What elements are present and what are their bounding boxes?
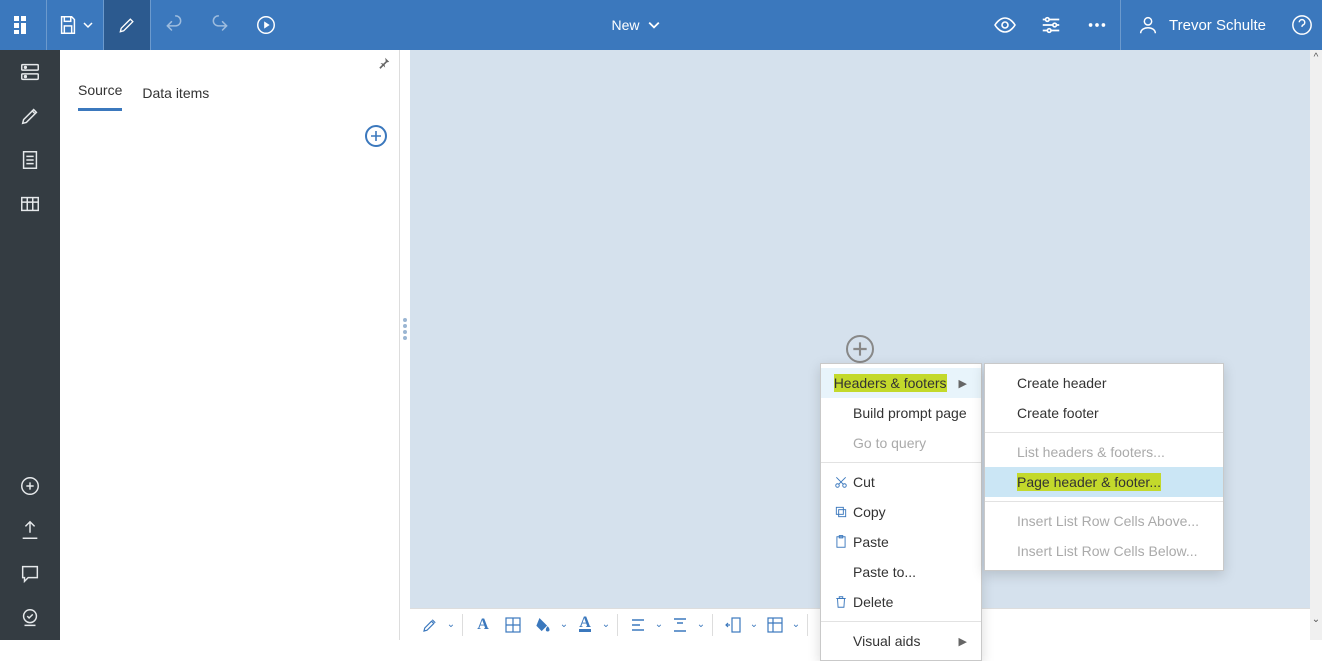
text-color-icon[interactable]: A — [571, 611, 599, 639]
eyedropper-icon[interactable] — [416, 611, 444, 639]
chevron-down-icon[interactable]: ⌄ — [559, 619, 569, 630]
document-title: New — [612, 17, 640, 33]
menu-label: Copy — [853, 504, 967, 520]
menu-go-to-query: Go to query — [821, 428, 981, 458]
font-icon[interactable]: A — [469, 611, 497, 639]
toolbox-icon[interactable] — [0, 94, 60, 138]
upload-icon[interactable] — [0, 508, 60, 552]
context-menu: Headers & footers ▶ Build prompt page Go… — [820, 363, 982, 661]
user-menu[interactable]: Trevor Schulte — [1121, 14, 1282, 36]
topbar-right: Trevor Schulte — [982, 0, 1322, 50]
menu-label: Headers & footers — [834, 374, 947, 392]
menu-separator — [985, 501, 1223, 502]
menu-separator — [821, 462, 981, 463]
copy-icon — [829, 505, 853, 519]
table-insert-icon[interactable] — [761, 611, 789, 639]
menu-separator — [821, 621, 981, 622]
valign-icon[interactable] — [666, 611, 694, 639]
chevron-down-icon[interactable]: ⌄ — [749, 619, 759, 630]
menu-paste[interactable]: Paste — [821, 527, 981, 557]
insert-left-icon[interactable] — [719, 611, 747, 639]
menu-label: Insert List Row Cells Below... — [1017, 543, 1209, 559]
menu-paste-to[interactable]: Paste to... — [821, 557, 981, 587]
menu-build-prompt-page[interactable]: Build prompt page — [821, 398, 981, 428]
fill-color-icon[interactable] — [529, 611, 557, 639]
submenu-create-footer[interactable]: Create footer — [985, 398, 1223, 428]
align-icon[interactable] — [624, 611, 652, 639]
user-name: Trevor Schulte — [1169, 17, 1266, 34]
submenu-insert-below: Insert List Row Cells Below... — [985, 536, 1223, 566]
vertical-scrollbar[interactable]: ^ ⌄ — [1310, 50, 1322, 626]
submenu-arrow-icon: ▶ — [959, 377, 967, 390]
menu-copy[interactable]: Copy — [821, 497, 981, 527]
chevron-down-icon[interactable]: ⌄ — [654, 619, 664, 630]
pages-icon[interactable] — [0, 138, 60, 182]
tab-source[interactable]: Source — [78, 82, 122, 111]
pin-icon[interactable] — [377, 56, 391, 68]
preview-icon[interactable] — [982, 0, 1028, 50]
scroll-down-icon[interactable]: ⌄ — [1310, 612, 1322, 626]
border-icon[interactable] — [499, 611, 527, 639]
chevron-down-icon[interactable]: ⌄ — [791, 619, 801, 630]
save-button[interactable] — [47, 0, 103, 50]
panel-splitter[interactable] — [400, 50, 410, 608]
menu-label: Cut — [853, 474, 967, 490]
top-toolbar: New Trevor Schulte — [0, 0, 1322, 50]
redo-button[interactable] — [197, 0, 243, 50]
undo-button[interactable] — [151, 0, 197, 50]
chevron-down-icon[interactable]: ⌄ — [601, 619, 611, 630]
scroll-corner — [1310, 626, 1322, 640]
menu-label: Page header & footer... — [1017, 473, 1161, 491]
left-rail — [0, 50, 60, 640]
run-button[interactable] — [243, 0, 289, 50]
help-button[interactable] — [1282, 14, 1322, 36]
validate-icon[interactable] — [0, 596, 60, 640]
chevron-down-icon[interactable]: ⌄ — [696, 619, 706, 630]
submenu-page-header-footer[interactable]: Page header & footer... — [985, 467, 1223, 497]
chevron-down-icon[interactable]: ⌄ — [446, 619, 456, 630]
menu-visual-aids[interactable]: Visual aids ▶ — [821, 626, 981, 656]
data-icon[interactable] — [0, 50, 60, 94]
menu-label: Go to query — [853, 435, 967, 451]
cut-icon — [829, 475, 853, 489]
menu-label: List headers & footers... — [1017, 444, 1209, 460]
tab-data-items[interactable]: Data items — [142, 85, 209, 111]
submenu-insert-above: Insert List Row Cells Above... — [985, 506, 1223, 536]
comment-icon[interactable] — [0, 552, 60, 596]
menu-label: Paste — [853, 534, 967, 550]
delete-icon — [829, 595, 853, 609]
document-title-dropdown[interactable]: New — [289, 17, 982, 33]
more-icon[interactable] — [1074, 0, 1120, 50]
left-panel: Source Data items — [60, 50, 400, 640]
canvas-add-button[interactable] — [846, 335, 874, 363]
product-switcher-icon[interactable] — [0, 0, 46, 50]
paste-icon — [829, 535, 853, 549]
submenu-headers-footers: Create header Create footer List headers… — [984, 363, 1224, 571]
edit-mode-button[interactable] — [104, 0, 150, 50]
submenu-list-headers-footers: List headers & footers... — [985, 437, 1223, 467]
menu-delete[interactable]: Delete — [821, 587, 981, 617]
menu-label: Delete — [853, 594, 967, 610]
menu-label: Create header — [1017, 375, 1209, 391]
menu-separator — [985, 432, 1223, 433]
menu-label: Visual aids — [853, 633, 947, 649]
add-source-button[interactable] — [365, 125, 387, 147]
settings-icon[interactable] — [1028, 0, 1074, 50]
menu-cut[interactable]: Cut — [821, 467, 981, 497]
menu-headers-footers[interactable]: Headers & footers ▶ — [821, 368, 981, 398]
menu-label: Create footer — [1017, 405, 1209, 421]
menu-label: Paste to... — [853, 564, 967, 580]
add-icon[interactable] — [0, 464, 60, 508]
submenu-create-header[interactable]: Create header — [985, 368, 1223, 398]
submenu-arrow-icon: ▶ — [959, 635, 967, 648]
menu-label: Insert List Row Cells Above... — [1017, 513, 1209, 529]
menu-label: Build prompt page — [853, 405, 967, 421]
panel-tabs: Source Data items — [60, 68, 399, 111]
scroll-up-icon[interactable]: ^ — [1310, 50, 1322, 64]
queries-icon[interactable] — [0, 182, 60, 226]
